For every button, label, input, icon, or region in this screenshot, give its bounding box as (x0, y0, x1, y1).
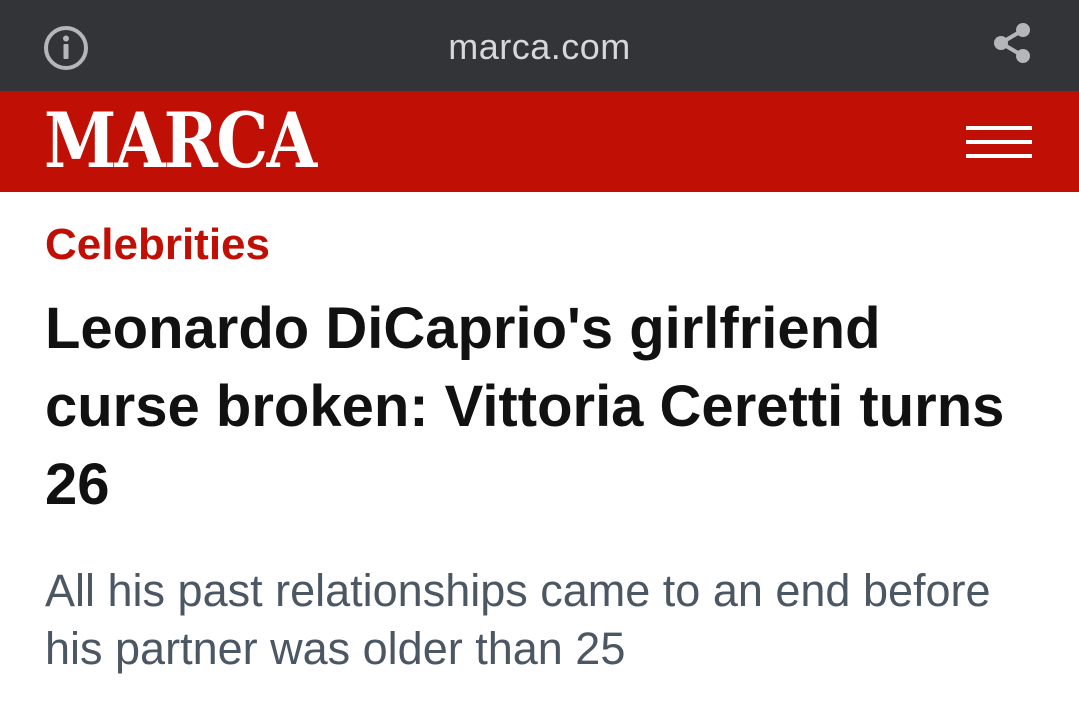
menu-line-icon (966, 140, 1032, 144)
url-text[interactable]: marca.com (0, 23, 1079, 71)
article-headline: Leonardo DiCaprio's girlfriend curse bro… (45, 296, 1005, 517)
article-subtitle: All his past relationships came to an en… (45, 565, 991, 674)
site-header: MARCA (0, 91, 1079, 192)
browser-address-bar: marca.com (0, 0, 1079, 91)
marca-logo[interactable]: MARCA (44, 101, 317, 181)
category-link[interactable]: Celebrities (45, 218, 270, 272)
menu-line-icon (966, 154, 1032, 158)
share-icon[interactable] (989, 20, 1035, 66)
hamburger-menu-icon[interactable] (966, 126, 1032, 158)
menu-line-icon (966, 126, 1032, 130)
